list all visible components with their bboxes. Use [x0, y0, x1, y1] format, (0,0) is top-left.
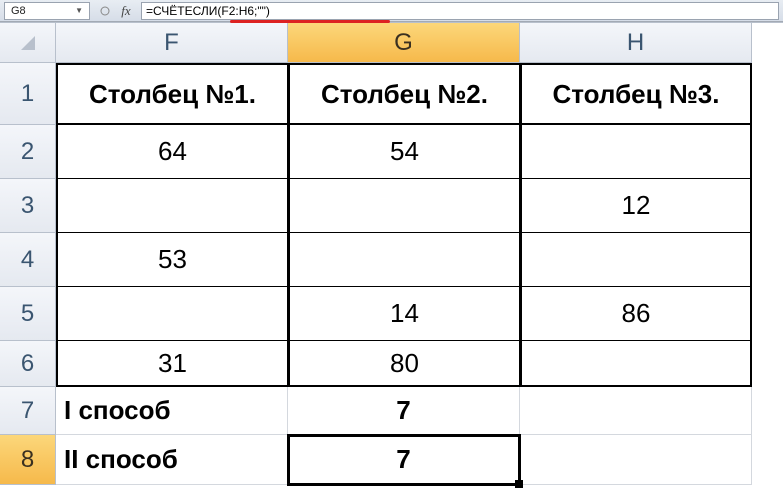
row-header-5[interactable]: 5 [0, 287, 56, 341]
cell-H2[interactable] [520, 125, 752, 179]
cell-G8[interactable]: 7 [288, 435, 520, 485]
cell-G7[interactable]: 7 [288, 387, 520, 435]
cell-G1[interactable]: Столбец №2. [288, 63, 520, 125]
fill-handle[interactable] [515, 480, 523, 488]
cell-G8-value: 7 [396, 444, 410, 475]
cell-G5[interactable]: 14 [288, 287, 520, 341]
fx-icon[interactable]: fx [117, 3, 135, 19]
cell-F4[interactable]: 53 [56, 233, 288, 287]
formula-controls: fx [96, 3, 135, 19]
cell-F6[interactable]: 31 [56, 341, 288, 387]
cell-H4[interactable] [520, 233, 752, 287]
cell-H1[interactable]: Столбец №3. [520, 63, 752, 125]
spreadsheet-grid[interactable]: F G H 1 Столбец №1. Столбец №2. Столбец … [0, 22, 783, 485]
row-header-6[interactable]: 6 [0, 341, 56, 387]
formula-bar: G8 ▼ fx =СЧЁТЕСЛИ(F2:H6;"") [0, 0, 783, 22]
col-header-F[interactable]: F [56, 23, 288, 63]
cell-G4[interactable] [288, 233, 520, 287]
cell-F2[interactable]: 64 [56, 125, 288, 179]
annotation-underline [230, 20, 390, 23]
col-header-G[interactable]: G [288, 23, 520, 63]
cell-F8[interactable]: II способ [56, 435, 288, 485]
name-box-value: G8 [11, 5, 26, 17]
row-header-8[interactable]: 8 [0, 435, 56, 485]
cell-G2[interactable]: 54 [288, 125, 520, 179]
cell-G6[interactable]: 80 [288, 341, 520, 387]
cell-F5[interactable] [56, 287, 288, 341]
row-header-4[interactable]: 4 [0, 233, 56, 287]
cell-H8[interactable] [520, 435, 752, 485]
cell-F7[interactable]: I способ [56, 387, 288, 435]
row-header-2[interactable]: 2 [0, 125, 56, 179]
name-box[interactable]: G8 ▼ [4, 2, 90, 20]
row-header-1[interactable]: 1 [0, 63, 56, 125]
col-header-H[interactable]: H [520, 23, 752, 63]
cell-H6[interactable] [520, 341, 752, 387]
select-all-corner[interactable] [0, 23, 56, 63]
cell-F3[interactable] [56, 179, 288, 233]
row-header-7[interactable]: 7 [0, 387, 56, 435]
cell-H7[interactable] [520, 387, 752, 435]
name-box-dropdown-icon[interactable]: ▼ [75, 6, 83, 15]
formula-input[interactable]: =СЧЁТЕСЛИ(F2:H6;"") [141, 2, 779, 20]
cancel-icon[interactable] [96, 3, 114, 19]
cell-H3[interactable]: 12 [520, 179, 752, 233]
row-header-3[interactable]: 3 [0, 179, 56, 233]
cell-G3[interactable] [288, 179, 520, 233]
formula-text: =СЧЁТЕСЛИ(F2:H6;"") [146, 4, 270, 18]
cell-H5[interactable]: 86 [520, 287, 752, 341]
cell-F1[interactable]: Столбец №1. [56, 63, 288, 125]
